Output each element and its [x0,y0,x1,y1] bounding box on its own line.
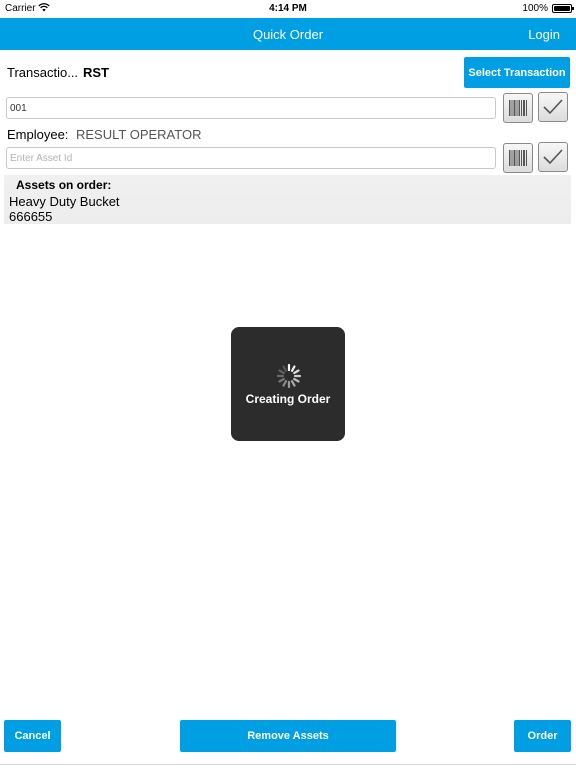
scan-transaction-button[interactable] [503,93,533,123]
barcode-icon [509,150,527,166]
checkmark-icon [543,99,563,115]
bottom-divider [0,764,576,765]
asset-number[interactable]: 666655 [9,209,52,224]
loading-message: Creating Order [245,392,331,406]
transaction-value: RST [83,65,109,80]
employee-label: Employee: [7,127,69,142]
confirm-transaction-button[interactable] [538,92,568,122]
cancel-button[interactable]: Cancel [4,720,61,752]
assets-panel: Assets on order: Heavy Duty Bucket 66665… [4,175,571,224]
transaction-label: Transactio... [7,65,79,80]
asset-name[interactable]: Heavy Duty Bucket [9,194,120,209]
asset-id-input[interactable] [6,147,496,169]
employee-value: RESULT OPERATOR [76,127,202,142]
barcode-icon [509,100,527,116]
assets-header: Assets on order: [16,178,112,192]
status-bar: Carrier 4:14 PM 100% [0,0,576,18]
order-button[interactable]: Order [514,720,571,752]
battery-percent: 100% [522,3,548,14]
remove-assets-button[interactable]: Remove Assets [180,720,396,752]
scan-asset-button[interactable] [503,143,533,173]
checkmark-icon [543,149,563,165]
page-title: Quick Order [252,27,324,42]
loading-spinner-icon [276,363,302,389]
status-time: 4:14 PM [269,3,307,14]
battery-icon [552,4,574,13]
select-transaction-button[interactable]: Select Transaction [464,57,570,88]
loading-hud: Creating Order [231,327,345,441]
nav-bar: Quick Order Login [0,18,576,50]
transaction-input[interactable] [6,97,496,119]
confirm-asset-button[interactable] [538,142,568,172]
login-button[interactable]: Login [528,27,560,42]
